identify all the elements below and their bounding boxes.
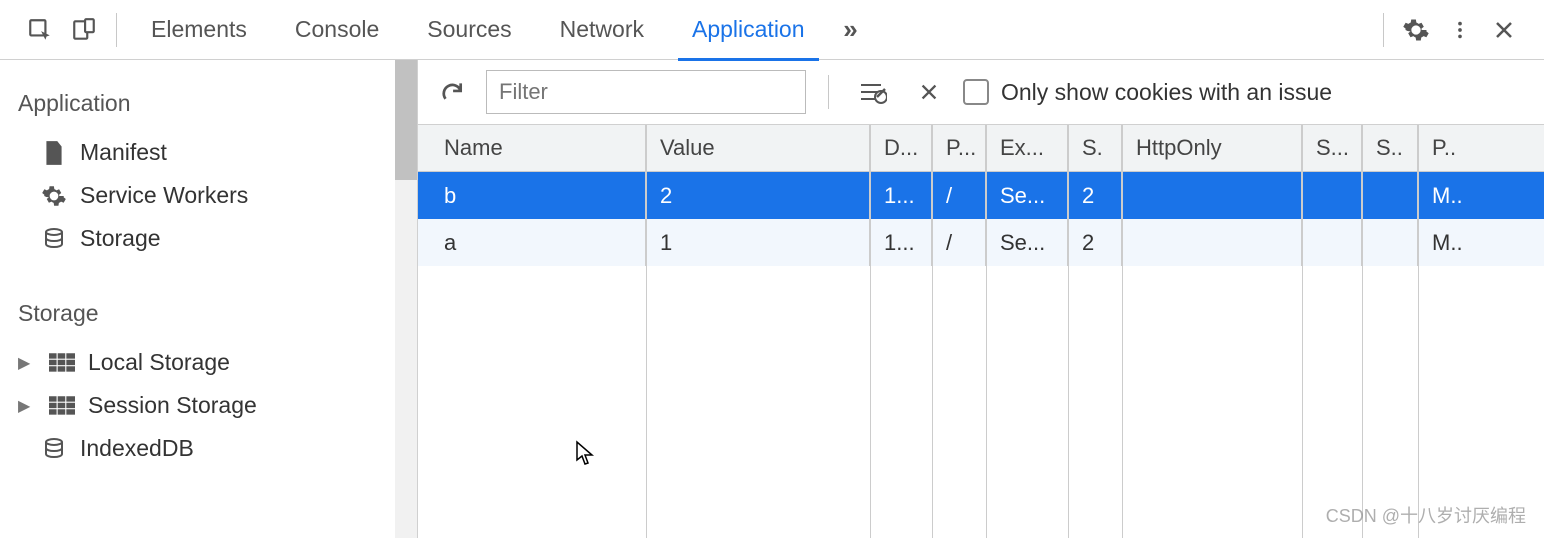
scrollbar-thumb[interactable] [395,60,417,180]
kebab-menu-icon[interactable] [1438,8,1482,52]
delete-icon[interactable] [907,70,951,114]
table-row[interactable]: a 1 1... / Se... 2 M.. [418,219,1544,266]
inspect-element-icon[interactable] [18,8,62,52]
separator [1383,13,1384,47]
document-icon [40,140,68,166]
cell-name: b [418,172,646,219]
chevron-right-icon: ▶ [18,396,32,416]
watermark: CSDN @十八岁讨厌编程 [1326,502,1526,528]
cell-size: 2 [1068,219,1122,266]
cell-domain: 1... [870,172,932,219]
cell-path: / [932,172,986,219]
grid-icon [48,396,76,416]
sidebar-item-label: Service Workers [80,182,248,209]
sidebar-item-label: Session Storage [88,392,257,419]
cell-value: 2 [646,172,870,219]
gridline [1302,125,1303,538]
col-expires[interactable]: Ex... [986,125,1068,171]
sidebar-item-indexeddb[interactable]: IndexedDB [0,427,417,470]
refresh-icon[interactable] [430,70,474,114]
cookies-panel: Only show cookies with an issue Name Val… [418,60,1544,538]
close-icon[interactable] [1482,8,1526,52]
cell-size: 2 [1068,172,1122,219]
gridline [986,125,987,538]
tab-network[interactable]: Network [536,0,668,60]
gridline [1418,125,1419,538]
database-icon [40,436,68,462]
col-samesite[interactable]: S.. [1362,125,1418,171]
col-secure[interactable]: S... [1302,125,1362,171]
col-priority[interactable]: P.. [1418,125,1490,171]
cell-secure [1302,172,1362,219]
settings-icon[interactable] [1394,8,1438,52]
gear-icon [40,183,68,209]
filter-input[interactable] [486,70,806,114]
cell-samesite [1362,172,1418,219]
cell-httponly [1122,172,1302,219]
cell-expires: Se... [986,172,1068,219]
clear-all-icon[interactable] [851,70,895,114]
col-size[interactable]: S. [1068,125,1122,171]
sidebar-group-storage: Storage [0,288,417,341]
cell-name: a [418,219,646,266]
database-icon [40,226,68,252]
tab-sources[interactable]: Sources [403,0,535,60]
mouse-cursor-icon [575,440,595,466]
cell-priority: M.. [1418,219,1490,266]
tab-application[interactable]: Application [668,0,829,60]
separator [828,75,829,109]
cell-expires: Se... [986,219,1068,266]
col-domain[interactable]: D... [870,125,932,171]
tab-console[interactable]: Console [271,0,403,60]
grid-icon [48,353,76,373]
separator [116,13,117,47]
cell-domain: 1... [870,219,932,266]
col-path[interactable]: P... [932,125,986,171]
gridline [1122,125,1123,538]
only-issue-checkbox[interactable] [963,79,989,105]
devtools-tab-bar: Elements Console Sources Network Applica… [0,0,1544,60]
cell-samesite [1362,219,1418,266]
sidebar-group-application: Application [0,78,417,131]
cell-secure [1302,219,1362,266]
cell-path: / [932,219,986,266]
tab-elements[interactable]: Elements [127,0,271,60]
application-sidebar: Application Manifest Service Workers Sto… [0,60,418,538]
col-name[interactable]: Name [418,125,646,171]
cookies-toolbar: Only show cookies with an issue [418,60,1544,125]
chevron-right-icon: ▶ [18,353,32,373]
col-value[interactable]: Value [646,125,870,171]
cell-value: 1 [646,219,870,266]
cell-priority: M.. [1418,172,1490,219]
gridline [870,125,871,538]
table-row[interactable]: b 2 1... / Se... 2 M.. [418,172,1544,219]
sidebar-item-label: Manifest [80,139,167,166]
sidebar-item-service-workers[interactable]: Service Workers [0,174,417,217]
sidebar-item-manifest[interactable]: Manifest [0,131,417,174]
sidebar-item-label: Local Storage [88,349,230,376]
sidebar-item-storage[interactable]: Storage [0,217,417,260]
device-toggle-icon[interactable] [62,8,106,52]
cell-httponly [1122,219,1302,266]
cookies-table: Name Value D... P... Ex... S. HttpOnly S… [418,125,1544,538]
gridline [1068,125,1069,538]
table-header[interactable]: Name Value D... P... Ex... S. HttpOnly S… [418,125,1544,172]
sidebar-item-label: Storage [80,225,161,252]
sidebar-item-label: IndexedDB [80,435,194,462]
gridline [932,125,933,538]
gridline [1362,125,1363,538]
only-issue-label: Only show cookies with an issue [1001,79,1332,106]
sidebar-item-session-storage[interactable]: ▶ Session Storage [0,384,417,427]
col-httponly[interactable]: HttpOnly [1122,125,1302,171]
gridline [646,125,647,538]
sidebar-item-local-storage[interactable]: ▶ Local Storage [0,341,417,384]
more-tabs-icon[interactable]: » [829,8,873,52]
